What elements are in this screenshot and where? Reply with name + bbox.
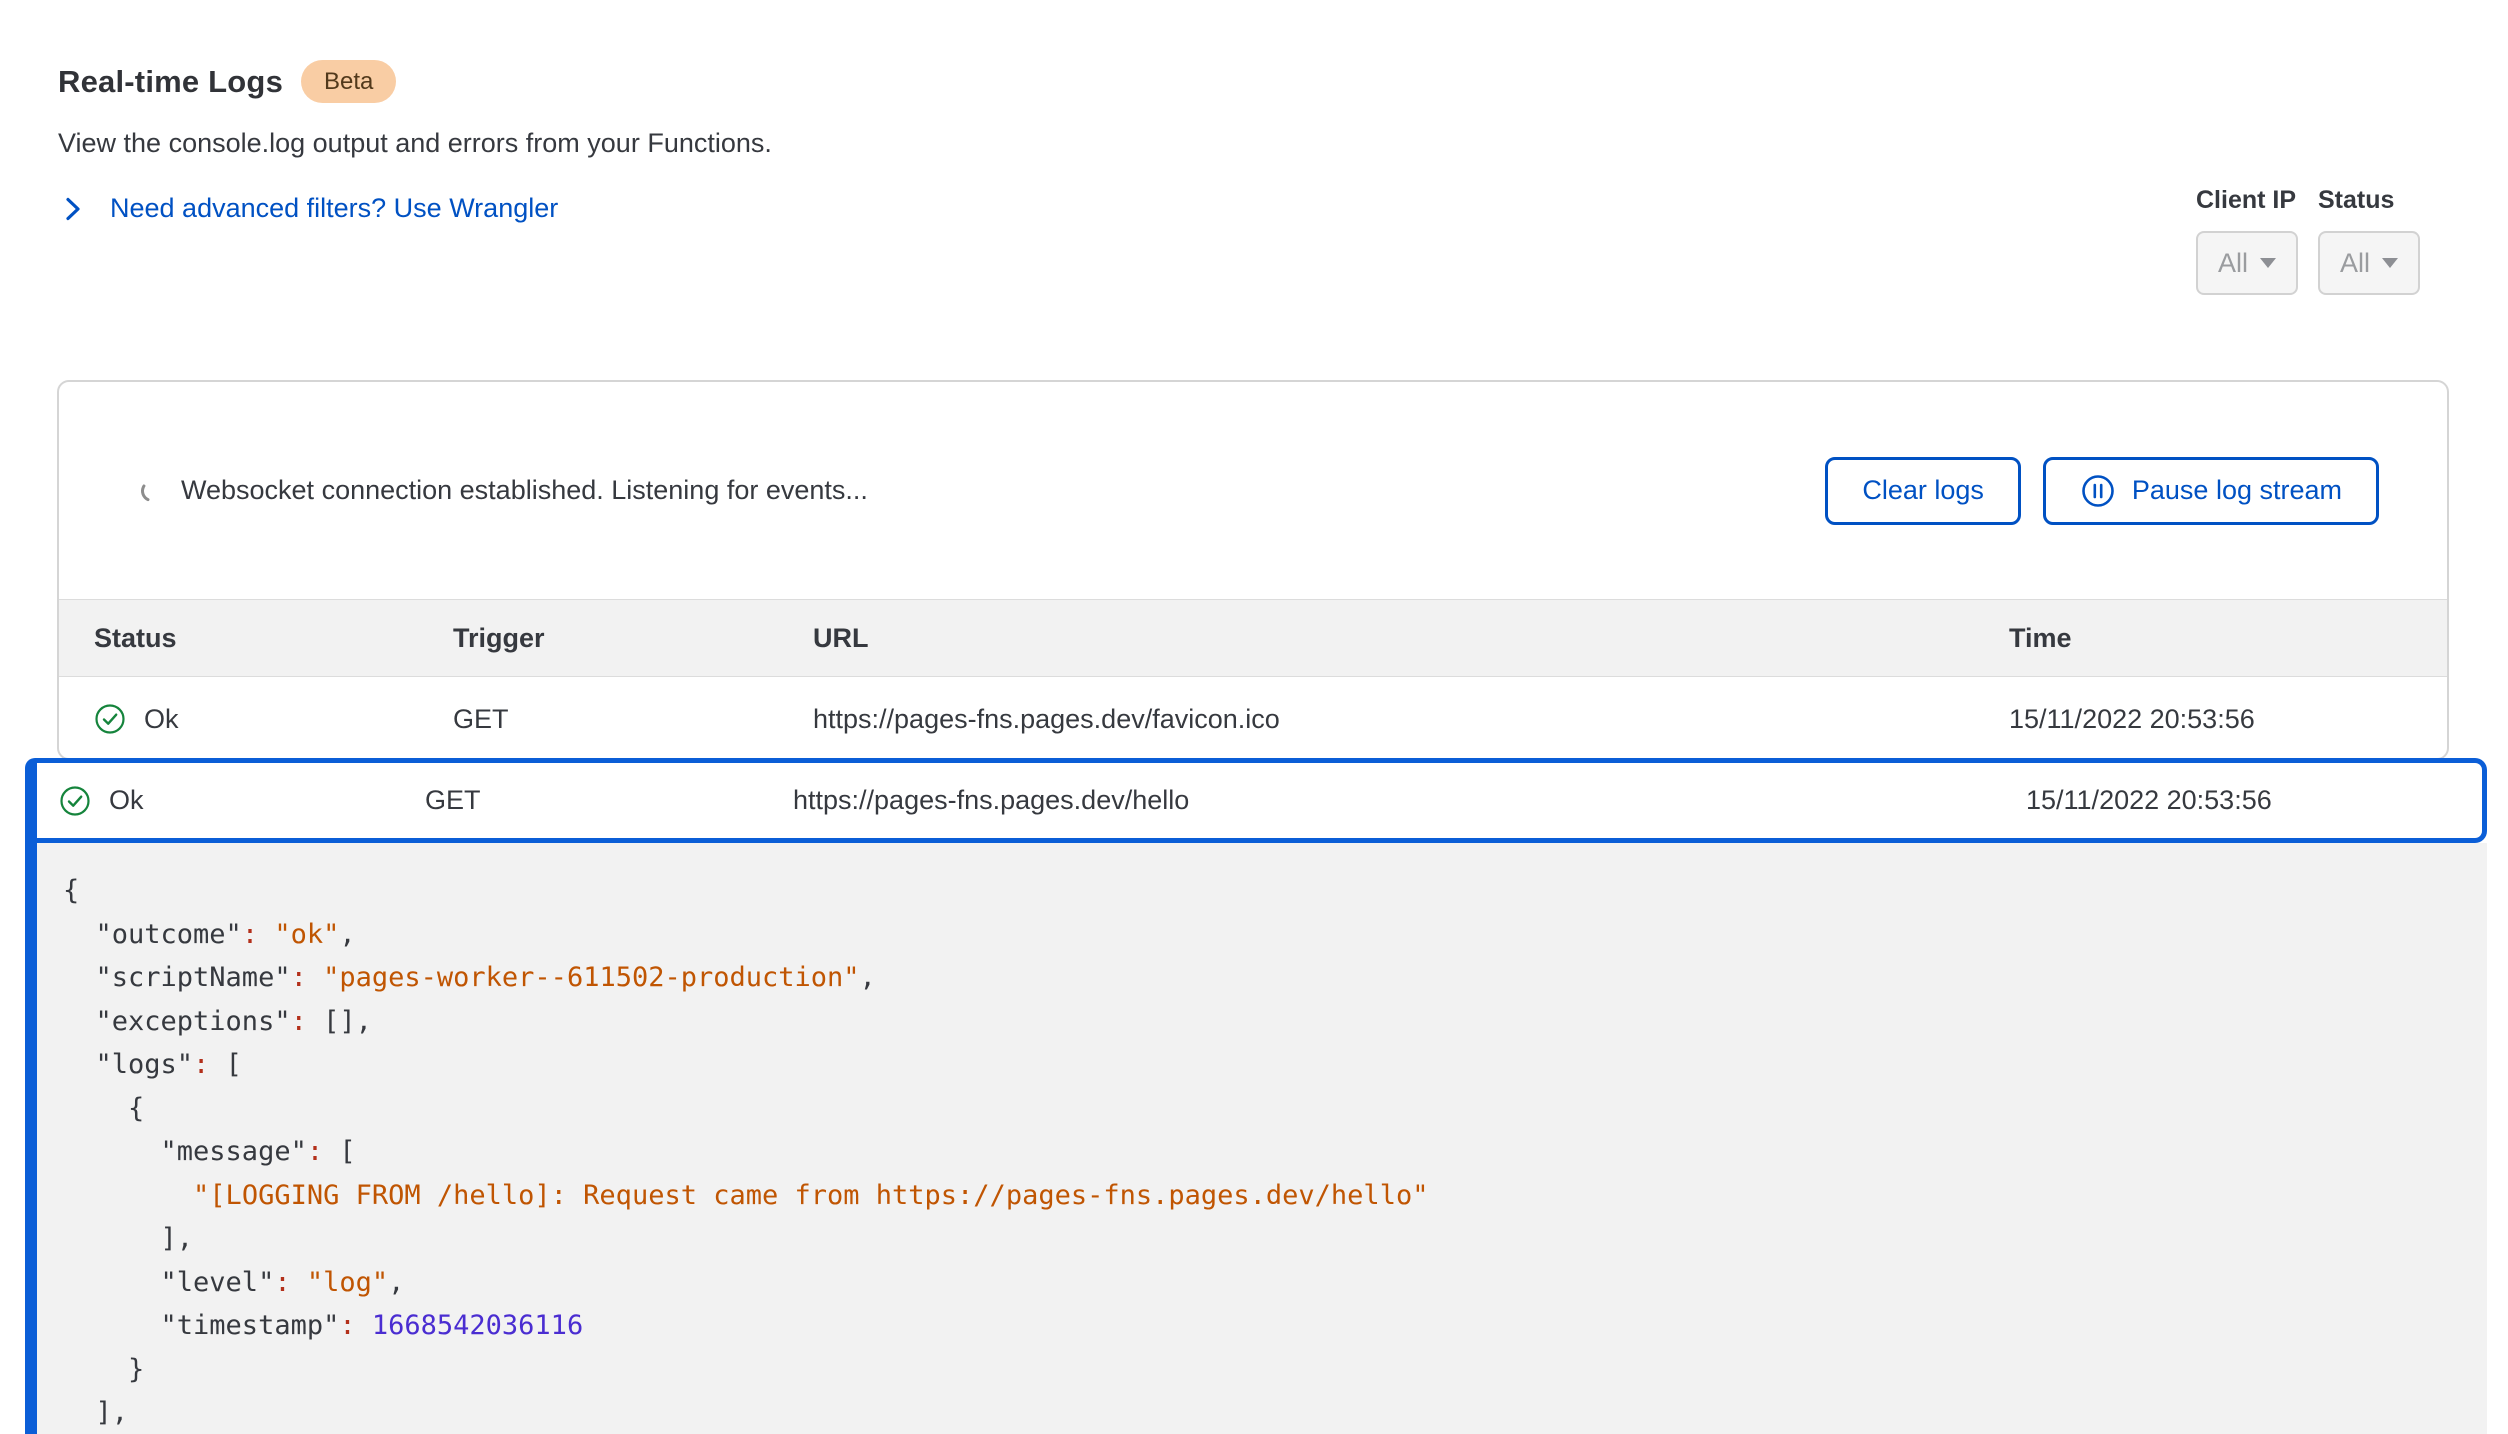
- caret-down-icon: [2260, 258, 2276, 268]
- row-time: 15/11/2022 20:53:56: [2026, 785, 2482, 816]
- filter-status: Status All: [2318, 186, 2420, 295]
- row-status: Ok: [109, 785, 144, 816]
- row-url: https://pages-fns.pages.dev/hello: [793, 785, 2026, 816]
- log-row-hello[interactable]: Ok GET https://pages-fns.pages.dev/hello…: [37, 758, 2487, 843]
- column-url: URL: [813, 623, 2009, 654]
- row-trigger: GET: [425, 785, 793, 816]
- column-trigger: Trigger: [453, 623, 813, 654]
- row-status: Ok: [144, 704, 179, 735]
- column-status: Status: [94, 623, 453, 654]
- page-header: Real-time Logs Beta: [58, 60, 396, 103]
- row-time: 15/11/2022 20:53:56: [2009, 704, 2447, 735]
- check-circle-icon: [59, 785, 91, 817]
- log-row-favicon[interactable]: Ok GET https://pages-fns.pages.dev/favic…: [59, 677, 2447, 760]
- pause-log-stream-button[interactable]: Pause log stream: [2043, 457, 2379, 525]
- wrangler-link-label: Need advanced filters? Use Wrangler: [110, 193, 558, 224]
- column-time: Time: [2009, 623, 2447, 654]
- filter-client-ip: Client IP All: [2196, 186, 2298, 295]
- expanded-log-entry: Ok GET https://pages-fns.pages.dev/hello…: [25, 758, 2487, 1434]
- chevron-right-icon: [62, 195, 84, 223]
- row-url: https://pages-fns.pages.dev/favicon.ico: [813, 704, 2009, 735]
- page-title: Real-time Logs: [58, 64, 283, 100]
- websocket-status-text: Websocket connection established. Listen…: [181, 475, 868, 506]
- row-trigger: GET: [453, 704, 813, 735]
- filter-status-label: Status: [2318, 186, 2420, 215]
- beta-badge: Beta: [301, 60, 396, 103]
- caret-down-icon: [2382, 258, 2398, 268]
- filter-client-ip-label: Client IP: [2196, 186, 2298, 215]
- filter-client-ip-value: All: [2218, 248, 2248, 279]
- logs-card: Websocket connection established. Listen…: [57, 380, 2449, 760]
- spinner-icon: [139, 478, 165, 504]
- filter-client-ip-dropdown[interactable]: All: [2196, 231, 2298, 295]
- toolbar-buttons: Clear logs Pause log stream: [1825, 457, 2379, 525]
- wrangler-link[interactable]: Need advanced filters? Use Wrangler: [62, 193, 558, 224]
- websocket-status: Websocket connection established. Listen…: [139, 475, 868, 506]
- filter-status-dropdown[interactable]: All: [2318, 231, 2420, 295]
- filters: Client IP All Status All: [2196, 186, 2420, 295]
- table-header: Status Trigger URL Time: [59, 599, 2447, 677]
- check-circle-icon: [94, 703, 126, 735]
- filter-status-value: All: [2340, 248, 2370, 279]
- page-subtitle: View the console.log output and errors f…: [58, 128, 772, 159]
- clear-logs-label: Clear logs: [1862, 475, 1984, 506]
- pause-icon: [2080, 473, 2116, 509]
- logs-toolbar: Websocket connection established. Listen…: [59, 382, 2447, 599]
- pause-log-stream-label: Pause log stream: [2132, 475, 2342, 506]
- json-viewer: { "outcome": "ok", "scriptName": "pages-…: [37, 843, 2487, 1434]
- clear-logs-button[interactable]: Clear logs: [1825, 457, 2021, 525]
